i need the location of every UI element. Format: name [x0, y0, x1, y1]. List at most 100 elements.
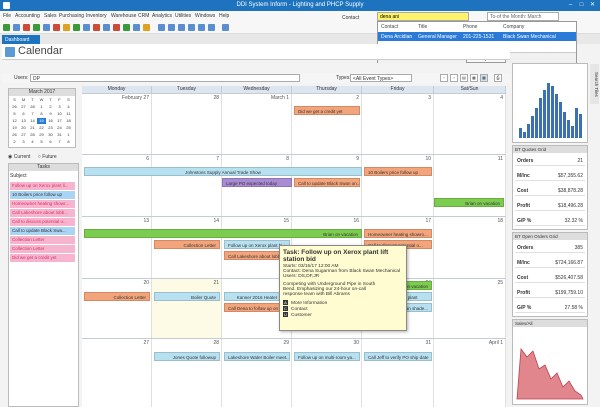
- prev-period-icon[interactable]: ‹: [440, 74, 448, 82]
- calendar-day-cell[interactable]: April 1: [434, 339, 506, 407]
- mini-calendar-day[interactable]: 5: [10, 111, 19, 117]
- mini-calendar-day[interactable]: 7: [28, 111, 37, 117]
- mini-calendar-day[interactable]: 3: [55, 104, 64, 110]
- minimize-icon[interactable]: –: [566, 1, 575, 10]
- mini-calendar-day[interactable]: 17: [55, 118, 64, 124]
- zoom-out-icon[interactable]: [178, 24, 185, 31]
- calendar-event[interactable]: Brian on vacation: [84, 229, 362, 238]
- alert-icon[interactable]: [93, 24, 100, 31]
- zoom-in-icon[interactable]: [168, 24, 175, 31]
- calendar-day-cell[interactable]: February 27: [82, 94, 152, 154]
- calendar-day-cell[interactable]: 6: [82, 155, 152, 216]
- mini-calendar-day[interactable]: 31: [55, 132, 64, 138]
- customer-icon[interactable]: [3, 24, 10, 31]
- mini-calendar-day[interactable]: 10: [55, 111, 64, 117]
- menu-purchasing[interactable]: Purchasing: [59, 13, 84, 19]
- mini-calendar-day[interactable]: 11: [64, 111, 73, 117]
- month-view-icon[interactable]: ▦: [480, 74, 488, 82]
- calendar-day-cell[interactable]: 28: [152, 94, 222, 154]
- menu-inventory[interactable]: Inventory: [86, 13, 107, 19]
- quote-icon[interactable]: [23, 24, 30, 31]
- contact-result-row[interactable]: Dena Arcidian General Manager 201-225-15…: [378, 32, 576, 41]
- calendar-day-cell[interactable]: 28: [152, 339, 222, 407]
- menu-windows[interactable]: Windows: [195, 13, 215, 19]
- calendar-event[interactable]: Call to update Black Swan on...: [294, 178, 360, 187]
- tab-dashboard[interactable]: Dashboard: [2, 35, 40, 44]
- mini-calendar-day[interactable]: 19: [10, 125, 19, 131]
- calendar-day-cell[interactable]: 2: [292, 94, 362, 154]
- mini-calendar-day[interactable]: 29: [37, 132, 46, 138]
- menu-warehouse[interactable]: Warehouse: [111, 13, 136, 19]
- mini-calendar-day[interactable]: 23: [46, 125, 55, 131]
- report-icon[interactable]: [83, 24, 90, 31]
- task-item[interactable]: Collection Letter: [10, 236, 75, 244]
- contact-search-input[interactable]: [377, 12, 469, 21]
- task-item[interactable]: Collection Letter: [10, 245, 75, 253]
- menu-sales[interactable]: Sales: [44, 13, 57, 19]
- menu-utilities[interactable]: Utilities: [175, 13, 191, 19]
- users-select[interactable]: DP: [30, 74, 300, 82]
- mini-calendar-day[interactable]: 6: [46, 139, 55, 145]
- mini-calendar-day[interactable]: 25: [64, 125, 73, 131]
- calendar-day-cell[interactable]: 31: [362, 339, 434, 407]
- menu-analytics[interactable]: Analytics: [152, 13, 172, 19]
- mini-calendar-day[interactable]: 20: [19, 125, 28, 131]
- calendar-day-cell[interactable]: 13: [82, 217, 152, 278]
- next-period-icon[interactable]: ›: [450, 74, 458, 82]
- calendar-event[interactable]: Large PO expected today: [222, 178, 292, 187]
- mini-calendar-day[interactable]: 18: [64, 118, 73, 124]
- calendar-day-cell[interactable]: 30: [292, 339, 362, 407]
- calendar-day-cell[interactable]: 7: [152, 155, 222, 216]
- task-item[interactable]: Did we get a credit yet: [10, 254, 75, 262]
- mini-calendar-day[interactable]: 27: [19, 104, 28, 110]
- search-icon[interactable]: [188, 24, 195, 31]
- mini-calendar-day[interactable]: 28: [28, 132, 37, 138]
- calendar-day-cell[interactable]: 21: [152, 279, 222, 338]
- money-icon[interactable]: [73, 24, 80, 31]
- help-icon[interactable]: [222, 24, 229, 31]
- calendar-day-cell[interactable]: 4: [434, 94, 506, 154]
- maximize-icon[interactable]: □: [577, 1, 586, 10]
- mini-calendar-day[interactable]: 30: [46, 132, 55, 138]
- mini-calendar-day[interactable]: 15: [37, 118, 46, 124]
- calendar-event[interactable]: Call Jeff to verify PO ship date: [364, 352, 432, 361]
- order-icon[interactable]: [13, 24, 20, 31]
- folder-icon[interactable]: [63, 24, 70, 31]
- mini-calendar-day[interactable]: 22: [37, 125, 46, 131]
- calendar-day-cell[interactable]: 20: [82, 279, 152, 338]
- mini-calendar-day[interactable]: 28: [28, 104, 37, 110]
- person-icon[interactable]: [33, 24, 40, 31]
- calendar-event[interactable]: Johnstons Supply Annual Trade Show: [84, 167, 362, 176]
- calendar-event[interactable]: Lakeshore Water Boiler meet...: [224, 352, 290, 361]
- mini-calendar-day[interactable]: 14: [28, 118, 37, 124]
- mini-calendar-day[interactable]: 27: [19, 132, 28, 138]
- mini-calendar-day[interactable]: 16: [46, 118, 55, 124]
- mini-calendar-day[interactable]: 1: [37, 104, 46, 110]
- close-icon[interactable]: ✕: [588, 1, 597, 10]
- invoice-icon[interactable]: [43, 24, 50, 31]
- phone-icon[interactable]: [123, 24, 130, 31]
- menu-help[interactable]: Help: [219, 13, 229, 19]
- mini-calendar-day[interactable]: 1: [64, 132, 73, 138]
- calendar-day-cell[interactable]: 18: [434, 217, 506, 278]
- mini-calendar-day[interactable]: 5: [37, 139, 46, 145]
- calendar-event[interactable]: Collection Letter: [84, 292, 150, 301]
- calendar-event[interactable]: Homeowner heating showro...: [364, 229, 432, 238]
- menu-file[interactable]: File: [3, 13, 11, 19]
- week-view-icon[interactable]: ▦: [470, 74, 478, 82]
- mini-calendar-day[interactable]: 4: [64, 104, 73, 110]
- mini-calendar-day[interactable]: 26: [10, 104, 19, 110]
- mini-calendar-day[interactable]: 9: [46, 111, 55, 117]
- refresh-icon[interactable]: [158, 24, 165, 31]
- task-item[interactable]: Homeowner heating showr...: [10, 200, 75, 208]
- print-icon[interactable]: ⎙: [494, 74, 502, 82]
- truck-icon[interactable]: [53, 24, 60, 31]
- task-item[interactable]: Follow up on Xerox plant li...: [10, 182, 75, 190]
- menu-crm[interactable]: CRM: [138, 13, 149, 19]
- mini-calendar-day[interactable]: 13: [19, 118, 28, 124]
- calendar-day-cell[interactable]: 29: [222, 339, 292, 407]
- mini-calendar-day[interactable]: 24: [55, 125, 64, 131]
- calendar-day-cell[interactable]: 27: [82, 339, 152, 407]
- mini-calendar-day[interactable]: 2: [10, 139, 19, 145]
- mini-calendar-day[interactable]: 4: [28, 139, 37, 145]
